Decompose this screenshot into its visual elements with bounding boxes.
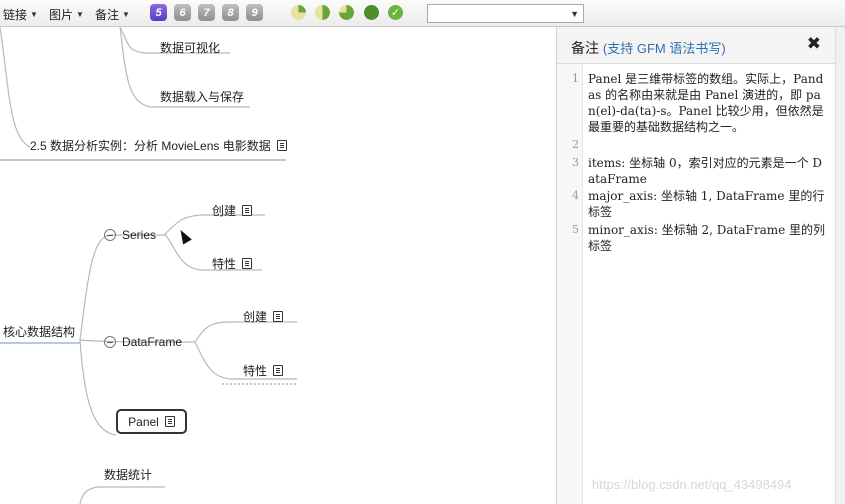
branch-line	[79, 234, 165, 341]
note-icon[interactable]	[242, 205, 253, 216]
topic-series-create[interactable]: 创建	[212, 202, 253, 219]
topic-series[interactable]: Series	[104, 228, 156, 242]
gfm-help-link[interactable]: (支持 GFM 语法书写)	[603, 41, 726, 56]
note-line: Panel 是三维带标签的数组。实际上，Pandas 的名称由来就是由 Pane…	[588, 72, 824, 134]
note-title: 备注 (支持 GFM 语法书写)	[571, 40, 726, 56]
topic-case-study[interactable]: 2.5 数据分析实例：分析 MovieLens 电影数据	[30, 137, 287, 154]
line-number: 2	[572, 138, 579, 151]
topic-dataframe-props[interactable]: 特性	[243, 362, 284, 379]
progress-half-icon[interactable]	[315, 5, 330, 20]
topic-data-visualization[interactable]: 数据可视化	[160, 39, 220, 56]
priority-9-button[interactable]: 9	[246, 4, 263, 21]
branch-line	[0, 27, 31, 148]
line-number: 1	[572, 72, 579, 85]
line-number: 4	[572, 189, 579, 202]
note-line: minor_axis: 坐标轴 2, DataFrame 里的列标签	[588, 223, 826, 253]
link-menu[interactable]: 链接 ▼	[3, 6, 38, 23]
note-icon[interactable]	[242, 258, 253, 269]
image-menu[interactable]: 图片 ▼	[49, 6, 84, 23]
note-menu[interactable]: 备注 ▼	[95, 6, 130, 23]
note-menu-label: 备注	[95, 8, 120, 22]
line-number: 5	[572, 223, 579, 236]
note-icon[interactable]	[276, 140, 287, 151]
link-menu-label: 链接	[3, 8, 28, 22]
caret-down-icon: ▼	[76, 10, 84, 19]
collapse-icon[interactable]	[104, 229, 116, 241]
progress-done-icon[interactable]: ✓	[388, 5, 403, 20]
scrollbar[interactable]	[835, 27, 845, 504]
caret-down-icon: ▼	[30, 10, 38, 19]
line-number-gutter: 1 2 3 4 5	[557, 64, 583, 504]
priority-7-button[interactable]: 7	[198, 4, 215, 21]
collapse-icon[interactable]	[104, 336, 116, 348]
caret-down-icon: ▼	[570, 9, 579, 19]
note-icon[interactable]	[164, 416, 175, 427]
note-line: major_axis: 坐标轴 1, DataFrame 里的行标签	[588, 189, 825, 219]
close-icon[interactable]: ✖	[807, 34, 821, 54]
topic-series-props[interactable]: 特性	[212, 255, 253, 272]
progress-full-icon[interactable]	[364, 5, 379, 20]
topic-dataframe[interactable]: DataFrame	[104, 335, 182, 349]
image-menu-label: 图片	[49, 8, 74, 22]
toolbar: 链接 ▼ 图片 ▼ 备注 ▼ 5 6 7 8 9 ✓ ▼	[0, 0, 845, 27]
topic-core-structures[interactable]: 核心数据结构	[3, 323, 75, 340]
topic-data-stats[interactable]: 数据统计	[104, 466, 152, 483]
topic-dataframe-create[interactable]: 创建	[243, 308, 284, 325]
topic-panel[interactable]: Panel	[116, 409, 187, 434]
note-line: items: 坐标轴 0，索引对应的元素是一个 DataFrame	[588, 156, 823, 186]
branch-line	[194, 321, 297, 343]
note-icon[interactable]	[273, 311, 284, 322]
progress-quarter-icon[interactable]	[291, 5, 306, 20]
note-editor[interactable]: 1 2 3 4 5 Panel 是三维带标签的数组。实际上，Pandas 的名称…	[557, 64, 835, 504]
mindmap-canvas[interactable]: 数据可视化 数据载入与保存 2.5 数据分析实例：分析 MovieLens 电影…	[0, 27, 556, 504]
mindmap-connectors	[0, 27, 297, 504]
note-header: 备注 (支持 GFM 语法书写) ✖	[557, 27, 835, 64]
priority-8-button[interactable]: 8	[222, 4, 239, 21]
caret-down-icon: ▼	[122, 10, 130, 19]
branch-line	[79, 339, 117, 436]
note-panel: 备注 (支持 GFM 语法书写) ✖ 1 2 3 4 5 Panel 是三维带标…	[556, 27, 835, 504]
topic-data-load-save[interactable]: 数据载入与保存	[160, 88, 244, 105]
line-number: 3	[572, 156, 579, 169]
priority-5-button[interactable]: 5	[150, 4, 167, 21]
template-select[interactable]: ▼	[427, 4, 584, 23]
progress-three-quarter-icon[interactable]	[339, 5, 354, 20]
note-icon[interactable]	[273, 365, 284, 376]
branch-line	[79, 486, 165, 504]
priority-6-button[interactable]: 6	[174, 4, 191, 21]
watermark: https://blog.csdn.net/qq_43498494	[592, 477, 792, 492]
